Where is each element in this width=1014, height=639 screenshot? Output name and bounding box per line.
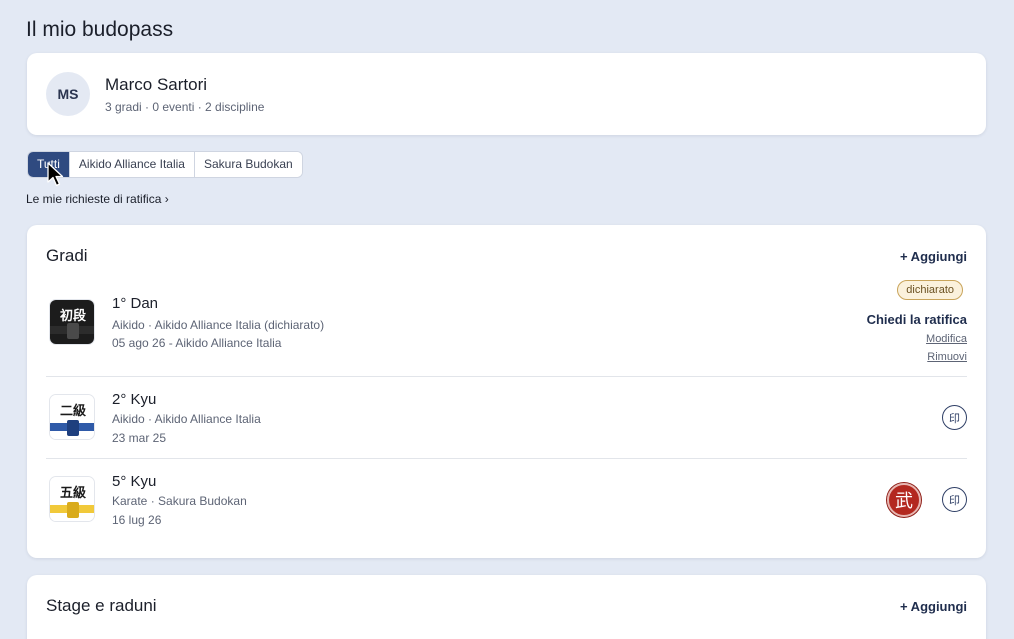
yellow-belt-kyu-icon: 五級 <box>49 476 95 522</box>
black-belt-dan-icon: 初段 <box>49 299 95 345</box>
tab-sakura-budokan[interactable]: Sakura Budokan <box>194 152 302 177</box>
grade-discipline: Karate · Sakura Budokan <box>112 494 247 508</box>
grade-name: 5° Kyu <box>112 473 157 490</box>
gradi-card: Gradi + Aggiungi 初段 1° Dan Aikido · Aiki… <box>27 225 986 558</box>
gradi-title: Gradi <box>46 246 88 265</box>
grade-name: 2° Kyu <box>112 391 157 408</box>
grade-date: 16 lug 26 <box>112 513 162 527</box>
request-ratification-button[interactable]: Chiedi la ratifica <box>867 312 967 327</box>
status-badge: dichiarato <box>897 280 963 300</box>
dojo-seal-icon: 武 <box>887 483 921 517</box>
stage-card: Stage e raduni + Aggiungi <box>27 575 986 639</box>
grade-row: 初段 1° Dan Aikido · Aikido Alliance Itali… <box>46 275 967 376</box>
page-title: Il mio budopass <box>26 18 174 41</box>
grade-discipline: Aikido · Aikido Alliance Italia <box>112 412 261 426</box>
tab-aikido-alliance-italia[interactable]: Aikido Alliance Italia <box>69 152 195 177</box>
svg-text:初段: 初段 <box>60 308 86 324</box>
profile-name: Marco Sartori <box>105 75 208 94</box>
svg-text:五級: 五級 <box>60 485 86 501</box>
stage-title: Stage e raduni <box>46 596 157 615</box>
grade-date: 05 ago 26 - Aikido Alliance Italia <box>112 336 282 350</box>
profile-stats: 3 gradi · 0 eventi · 2 discipline <box>105 100 265 114</box>
ratification-requests-link[interactable]: Le mie richieste di ratifica › <box>26 192 169 206</box>
stamp-icon[interactable]: 印 <box>942 405 967 430</box>
add-stage-button[interactable]: + Aggiungi <box>900 599 967 614</box>
edit-grade-link[interactable]: Modifica <box>926 333 967 345</box>
stamp-icon[interactable]: 印 <box>942 487 967 512</box>
mouse-cursor-icon <box>47 162 64 187</box>
avatar: MS <box>46 72 90 116</box>
blue-belt-kyu-icon: 二級 <box>49 394 95 440</box>
profile-card: MS Marco Sartori 3 gradi · 0 eventi · 2 … <box>27 53 986 135</box>
grade-name: 1° Dan <box>112 295 159 312</box>
grade-discipline: Aikido · Aikido Alliance Italia (dichiar… <box>112 318 325 332</box>
remove-grade-link[interactable]: Rimuovi <box>927 351 967 363</box>
grade-row: 二級 2° Kyu Aikido · Aikido Alliance Itali… <box>46 376 967 458</box>
grade-row: 五級 5° Kyu Karate · Sakura Budokan 16 lug… <box>46 458 967 540</box>
filter-tabs: Tutti Aikido Alliance Italia Sakura Budo… <box>27 151 303 178</box>
grade-date: 23 mar 25 <box>112 431 167 445</box>
add-grade-button[interactable]: + Aggiungi <box>900 249 967 264</box>
svg-text:二級: 二級 <box>60 403 86 419</box>
